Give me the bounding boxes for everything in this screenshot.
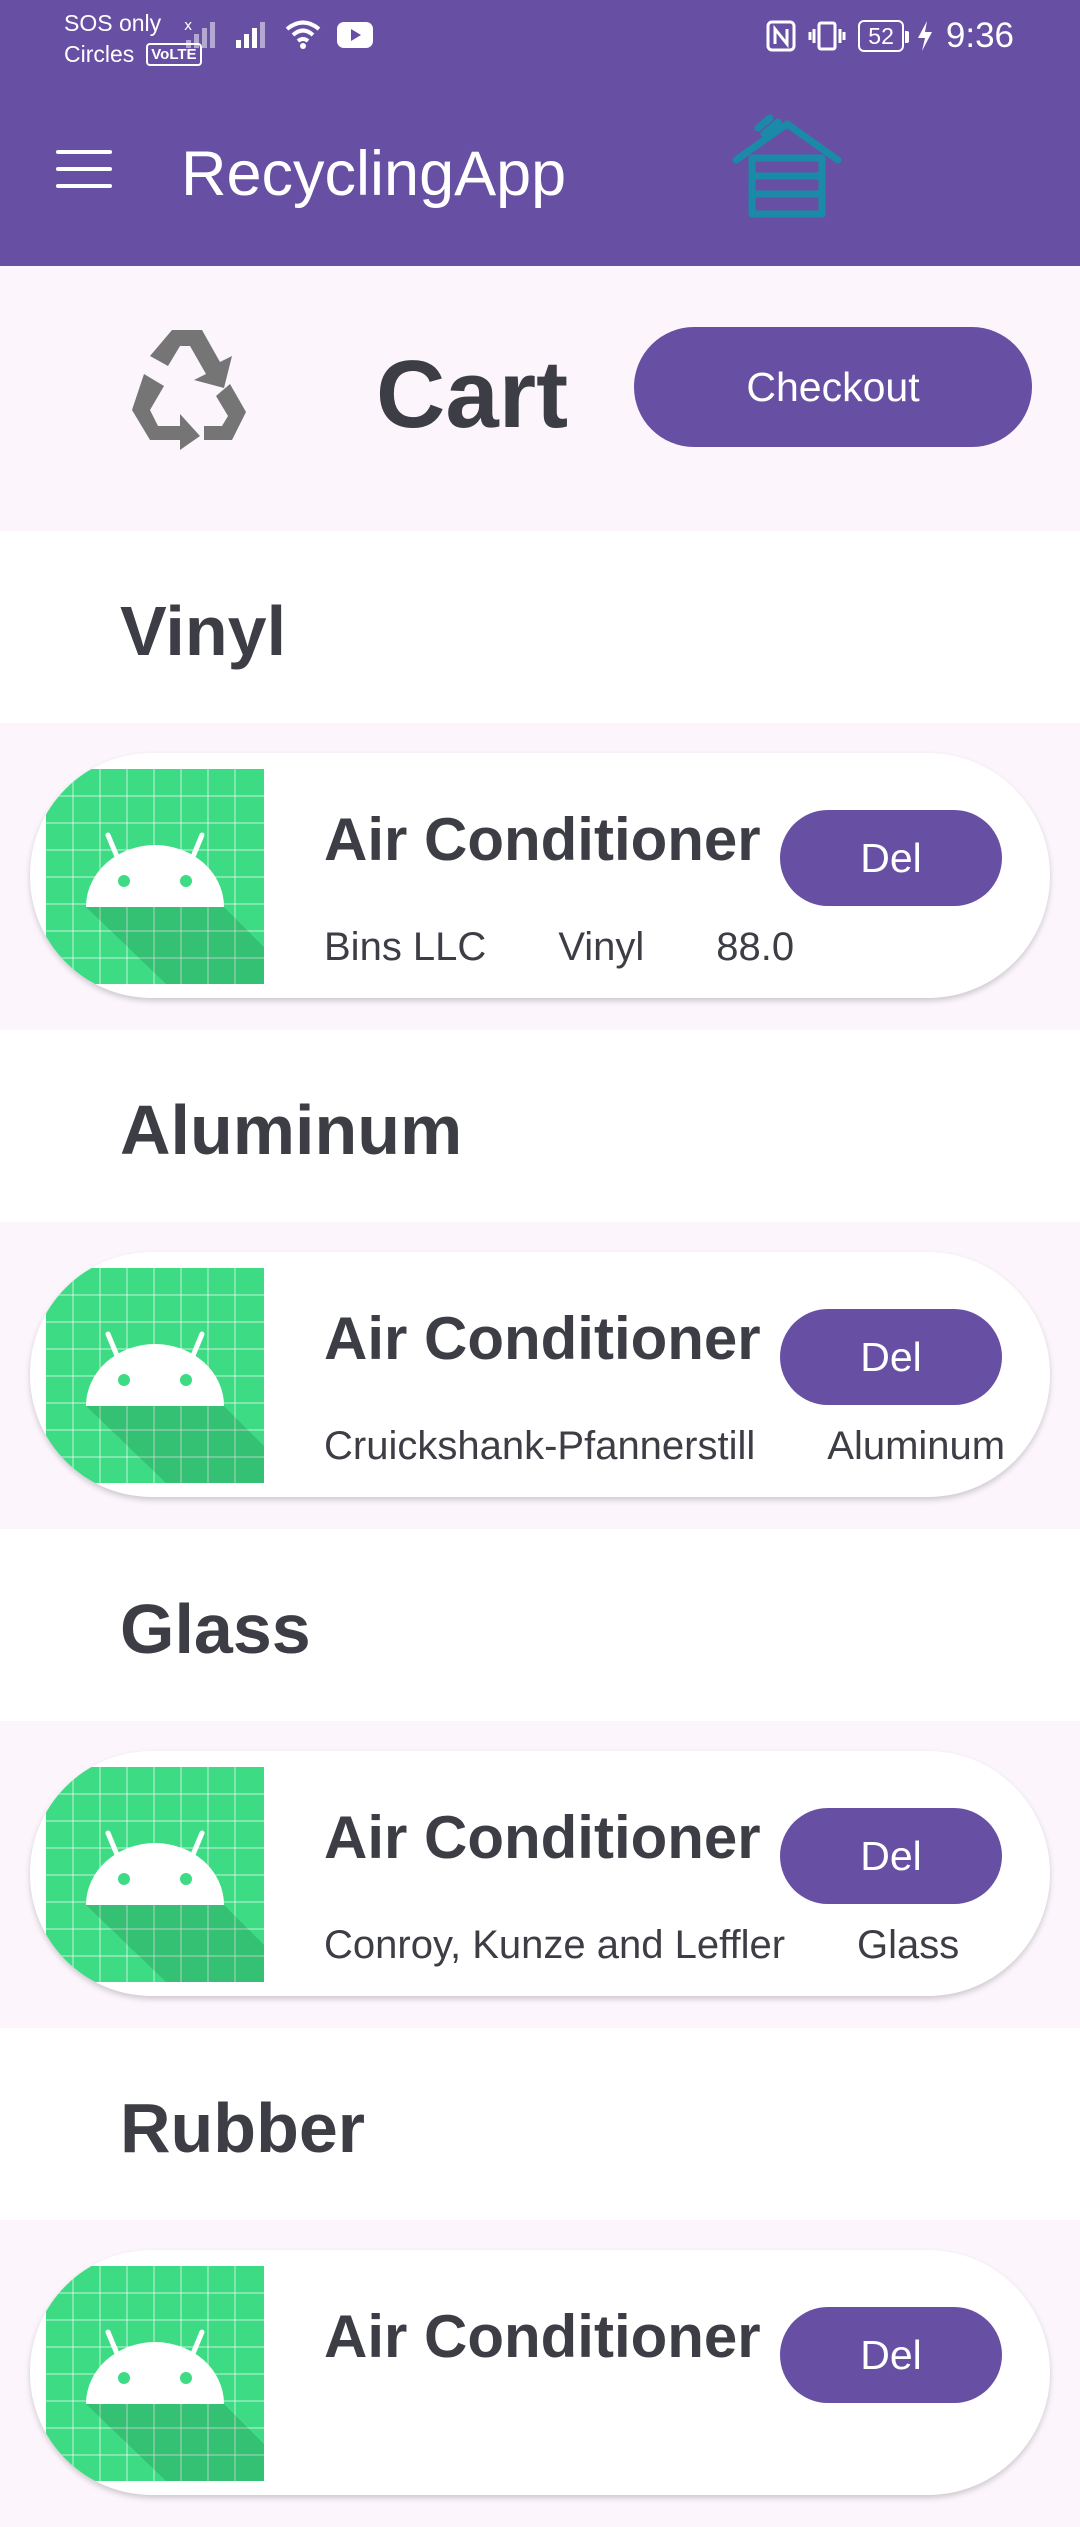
item-material: Vinyl <box>558 925 645 969</box>
house-icon[interactable] <box>728 106 846 224</box>
item-company: Cruickshank-Pfannerstill <box>324 1424 756 1468</box>
category-header: Vinyl <box>0 531 1080 723</box>
delete-button[interactable]: Del <box>780 810 1002 906</box>
android-placeholder-icon <box>46 769 264 984</box>
clock: 9:36 <box>945 16 1014 55</box>
carrier-line1: SOS only <box>64 10 162 36</box>
no-signal-icon: x <box>184 18 215 48</box>
status-right: 52 9:36 <box>766 16 1014 56</box>
delete-button[interactable]: Del <box>780 2307 1002 2403</box>
category-header: Rubber <box>0 2028 1080 2220</box>
item-name: Air Conditioner <box>324 2303 761 2370</box>
cart-item-card[interactable]: Air Conditioner Cruickshank-Pfannerstill… <box>30 1252 1050 1497</box>
signal-icons: x <box>184 18 374 50</box>
carrier-line2: Circles <box>64 41 135 67</box>
cart-item-card[interactable]: Air Conditioner Del <box>30 2250 1050 2495</box>
category-label: Glass <box>120 1590 311 1668</box>
nfc-icon <box>766 20 796 52</box>
item-material: Aluminum <box>827 1424 1006 1468</box>
app-title: RecyclingApp <box>181 139 567 209</box>
signal-icon <box>236 22 265 48</box>
delete-button[interactable]: Del <box>780 1309 1002 1405</box>
cart-title: Cart <box>376 341 569 448</box>
category-label: Vinyl <box>120 592 287 670</box>
category-header: Glass <box>0 1529 1080 1721</box>
wifi-icon <box>285 20 321 49</box>
item-meta: Bins LLC Vinyl 88.0 <box>324 925 794 970</box>
cart-item-card[interactable]: Air Conditioner Conroy, Kunze and Leffle… <box>30 1751 1050 1996</box>
item-company: Conroy, Kunze and Leffler <box>324 1923 786 1967</box>
category-items: Air Conditioner Cruickshank-Pfannerstill… <box>0 1222 1080 1529</box>
category-section: Rubber Air Conditioner Del <box>0 2028 1080 2527</box>
item-material: Glass <box>857 1923 960 1967</box>
svg-text:x: x <box>184 18 192 34</box>
android-placeholder-icon <box>46 2266 264 2481</box>
item-name: Air Conditioner <box>324 1305 761 1372</box>
android-placeholder-icon <box>46 1268 264 1483</box>
charging-icon <box>917 21 932 51</box>
category-items: Air Conditioner Del <box>0 2220 1080 2527</box>
category-items: Air Conditioner Conroy, Kunze and Leffle… <box>0 1721 1080 2028</box>
category-label: Aluminum <box>120 1091 463 1169</box>
cart-item-card[interactable]: Air Conditioner Bins LLC Vinyl 88.0 Del <box>30 753 1050 998</box>
category-header: Aluminum <box>0 1030 1080 1222</box>
category-section: Vinyl Air Conditioner Bins LLC Vinyl 88.… <box>0 531 1080 1030</box>
delete-button[interactable]: Del <box>780 1808 1002 1904</box>
category-section: Aluminum Air Conditioner Cruickshank-Pfa… <box>0 1030 1080 1529</box>
item-company: Bins LLC <box>324 925 487 969</box>
recycle-icon <box>132 330 246 450</box>
cart-list[interactable]: Vinyl Air Conditioner Bins LLC Vinyl 88.… <box>0 531 1080 2527</box>
youtube-icon <box>337 22 373 48</box>
category-label: Rubber <box>120 2089 365 2167</box>
item-meta: Cruickshank-Pfannerstill Aluminum <box>324 1424 1050 1469</box>
battery-indicator: 52 <box>858 20 909 52</box>
category-section: Glass Air Conditioner Conroy, Kunze and … <box>0 1529 1080 2028</box>
hamburger-menu-icon[interactable] <box>56 150 112 190</box>
vibrate-icon <box>808 21 846 51</box>
checkout-button[interactable]: Checkout <box>634 327 1032 447</box>
item-name: Air Conditioner <box>324 1804 761 1871</box>
app-bar: SOS only Circles VoLTE x 52 9:36 Recycli… <box>0 0 1080 266</box>
status-carrier: SOS only Circles VoLTE <box>64 8 202 70</box>
item-name: Air Conditioner <box>324 806 761 873</box>
item-meta: Conroy, Kunze and Leffler Glass <box>324 1923 1031 1968</box>
category-items: Air Conditioner Bins LLC Vinyl 88.0 Del <box>0 723 1080 1030</box>
item-price: 88.0 <box>716 925 795 969</box>
android-placeholder-icon <box>46 1767 264 1982</box>
